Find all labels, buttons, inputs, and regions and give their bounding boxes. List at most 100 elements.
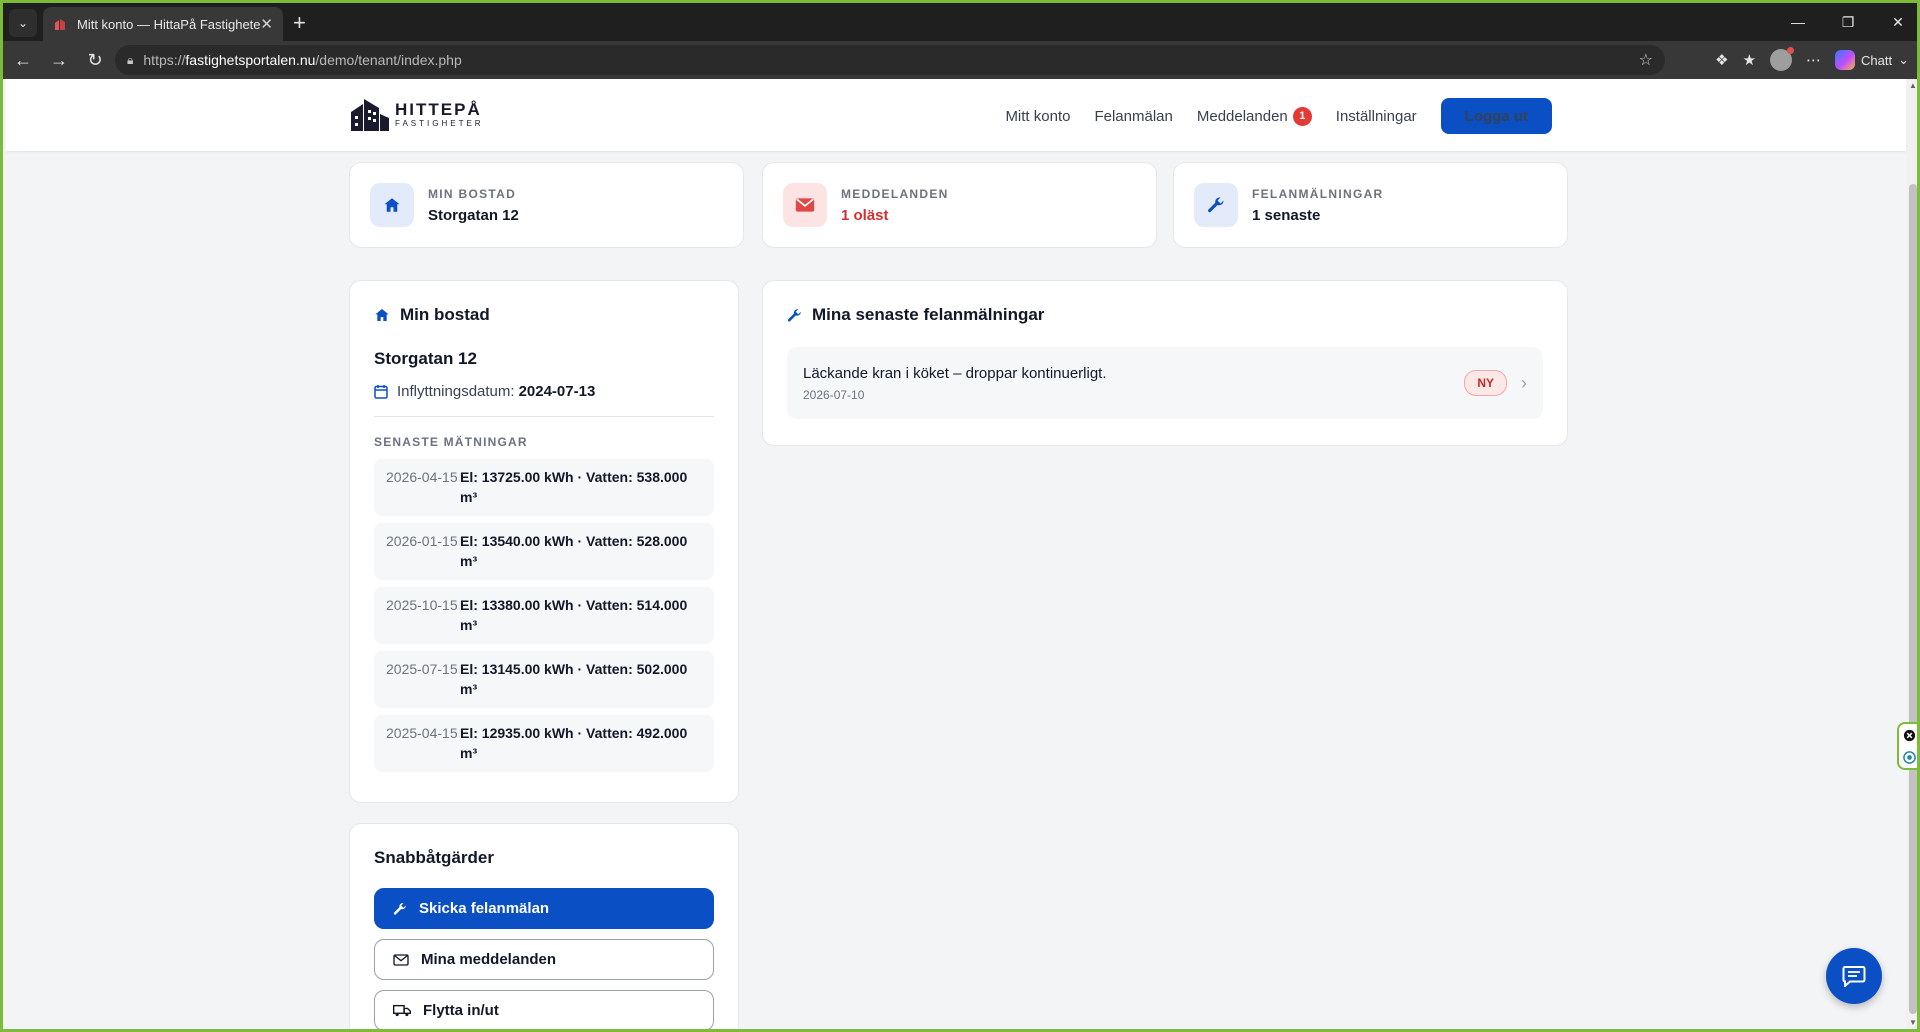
reading-row: 2025-10-15 El: 13380.00 kWh · Vatten: 51…: [374, 587, 714, 644]
fault-description: Läckande kran i köket – droppar kontinue…: [803, 364, 1107, 382]
restore-icon[interactable]: ❐: [1823, 3, 1873, 41]
reading-row: 2025-04-15 El: 12935.00 kWh · Vatten: 49…: [374, 715, 714, 772]
stat-label: FELANMÄLNINGAR: [1252, 186, 1384, 201]
scrollbar-thumb[interactable]: [1909, 184, 1917, 1014]
more-menu-icon[interactable]: ⋯: [1806, 51, 1821, 69]
mail-icon: [783, 183, 827, 227]
tab-list-button[interactable]: ⌄: [9, 9, 37, 37]
stat-label: MEDDELANDEN: [841, 186, 949, 201]
nav-meddelanden-label: Meddelanden: [1196, 107, 1288, 125]
home-card-title-text: Min bostad: [400, 305, 490, 324]
mail-icon: [393, 953, 409, 966]
address-bar[interactable]: 🔒︎ https://fastighetsportalen.nu/demo/te…: [115, 45, 1665, 75]
recent-faults-title: Mina senaste felanmälningar: [787, 305, 1543, 325]
move-in-row: Inflyttningsdatum: 2024-07-13: [374, 383, 714, 417]
nav-installningar[interactable]: Inställningar: [1336, 108, 1417, 125]
home-icon: [375, 309, 389, 321]
my-messages-button[interactable]: Mina meddelanden: [374, 939, 714, 980]
nav-felanmalan[interactable]: Felanmälan: [1094, 108, 1172, 125]
brand-logo[interactable]: HITTEPÅ FASTIGHETER: [349, 96, 484, 132]
reading-row: 2026-04-15 El: 13725.00 kWh · Vatten: 53…: [374, 459, 714, 516]
stat-value: 1 oläst: [841, 206, 889, 224]
reload-button[interactable]: ↻: [79, 44, 111, 76]
nav-mitt-konto[interactable]: Mitt konto: [1005, 108, 1070, 125]
side-widget: [1897, 722, 1917, 770]
url-prefix: https://: [143, 52, 186, 68]
browser-toolbar: ← → ↻ 🔒︎ https://fastighetsportalen.nu/d…: [3, 41, 1917, 79]
status-badge: NY: [1464, 370, 1507, 396]
move-in-out-button[interactable]: Flytta in/ut: [374, 990, 714, 1029]
my-messages-label: Mina meddelanden: [421, 951, 557, 968]
reading-row: 2026-01-15 El: 13540.00 kWh · Vatten: 52…: [374, 523, 714, 580]
home-address: Storgatan 12: [374, 349, 477, 368]
lock-icon[interactable]: 🔒︎: [127, 53, 133, 68]
send-fault-report-button[interactable]: Skicka felanmälan: [374, 888, 714, 929]
url-host: fastighetsportalen.nu: [185, 52, 316, 68]
chat-button[interactable]: [1826, 948, 1882, 1004]
wrench-icon: [1194, 183, 1238, 227]
home-icon: [370, 183, 414, 227]
page-viewport: HITTEPÅ FASTIGHETER Mitt konto Felanmäla…: [6, 79, 1906, 1029]
stat-value: 1 senaste: [1252, 206, 1321, 224]
reading-value: El: 13380.00 kWh · Vatten: 514.000 m³: [460, 597, 688, 633]
favicon-icon: [55, 19, 65, 30]
reading-date: 2026-01-15: [386, 533, 458, 549]
move-in-label: Inflyttningsdatum:: [397, 383, 515, 400]
reading-date: 2025-07-15: [386, 661, 458, 677]
quick-actions-card: Snabbåtgärder Skicka felanmälan Mina med…: [349, 823, 739, 1029]
extensions-icon[interactable]: ❖: [1715, 51, 1728, 69]
scroll-down-icon[interactable]: ▼: [1906, 1018, 1917, 1027]
reading-date: 2025-10-15: [386, 597, 458, 613]
stat-card-meddelanden[interactable]: MEDDELANDEN 1 oläst: [762, 162, 1157, 248]
new-tab-button[interactable]: +: [293, 10, 306, 36]
stat-label: MIN BOSTAD: [428, 186, 517, 201]
logout-button[interactable]: Logga ut: [1440, 98, 1552, 134]
reading-row: 2025-07-15 El: 13145.00 kWh · Vatten: 50…: [374, 651, 714, 708]
reading-value: El: 13725.00 kWh · Vatten: 538.000 m³: [460, 469, 688, 505]
page-scrollbar[interactable]: ▲ ▼: [1906, 79, 1917, 1029]
calendar-icon: [374, 385, 388, 399]
home-card-title: Min bostad: [374, 305, 714, 325]
copilot-icon: [1835, 50, 1856, 70]
nav-meddelanden[interactable]: Meddelanden 1: [1196, 106, 1312, 126]
forward-button[interactable]: →: [43, 44, 75, 76]
url-path: /demo/tenant/index.php: [315, 52, 462, 68]
reading-date: 2025-04-15: [386, 725, 458, 741]
stat-value: Storgatan 12: [428, 206, 519, 224]
copilot-button[interactable]: Chatt ⌄: [1835, 50, 1909, 70]
reading-value: El: 13145.00 kWh · Vatten: 502.000 m³: [460, 661, 688, 697]
assistant-icon[interactable]: [1902, 750, 1916, 764]
quick-actions-title: Snabbåtgärder: [374, 848, 494, 867]
brand-subtitle: FASTIGHETER: [395, 118, 484, 128]
send-fault-report-label: Skicka felanmälan: [419, 900, 550, 917]
move-in-date: 2024-07-13: [518, 383, 596, 400]
favorites-icon[interactable]: ★: [1743, 51, 1756, 69]
toolbar-actions: ❖ ★ ⋯ Chatt ⌄: [1715, 45, 1909, 75]
minimize-icon[interactable]: —: [1773, 3, 1823, 41]
favorite-star-icon[interactable]: ☆: [1639, 50, 1653, 70]
browser-window: ⌄ Mitt konto — HittaPå Fastigheter ✕ + —…: [0, 0, 1920, 1032]
scroll-up-icon[interactable]: ▲: [1906, 81, 1917, 90]
chevron-down-icon: ⌄: [17, 16, 29, 30]
truck-icon: [393, 1004, 411, 1017]
reading-date: 2026-04-15: [386, 469, 458, 485]
wrench-icon: [393, 902, 406, 915]
brand-name: HITTEPÅ: [395, 99, 482, 119]
browser-tab-active[interactable]: Mitt konto — HittaPå Fastigheter ✕: [43, 7, 283, 41]
stat-card-felanmalningar[interactable]: FELANMÄLNINGAR 1 senaste: [1173, 162, 1568, 248]
building-logo-icon: [351, 99, 389, 131]
browser-titlebar: ⌄ Mitt konto — HittaPå Fastigheter ✕ + —…: [3, 0, 1917, 41]
stat-card-bostad[interactable]: MIN BOSTAD Storgatan 12: [349, 162, 744, 248]
back-button[interactable]: ←: [7, 44, 39, 76]
readings-label: SENASTE MÄTNINGAR: [374, 435, 528, 449]
reading-value: El: 13540.00 kWh · Vatten: 528.000 m³: [460, 533, 688, 569]
close-circle-icon[interactable]: [1903, 729, 1916, 742]
fault-list-item[interactable]: Läckande kran i köket – droppar kontinue…: [787, 347, 1543, 419]
recent-faults-title-text: Mina senaste felanmälningar: [812, 305, 1045, 324]
window-close-icon[interactable]: ✕: [1873, 3, 1917, 41]
close-icon[interactable]: ✕: [260, 15, 273, 33]
profile-avatar[interactable]: [1770, 47, 1795, 71]
chevron-down-icon: ⌄: [1898, 52, 1909, 67]
fault-date: 2026-07-10: [803, 387, 865, 402]
window-controls: — ❐ ✕: [1773, 3, 1917, 41]
